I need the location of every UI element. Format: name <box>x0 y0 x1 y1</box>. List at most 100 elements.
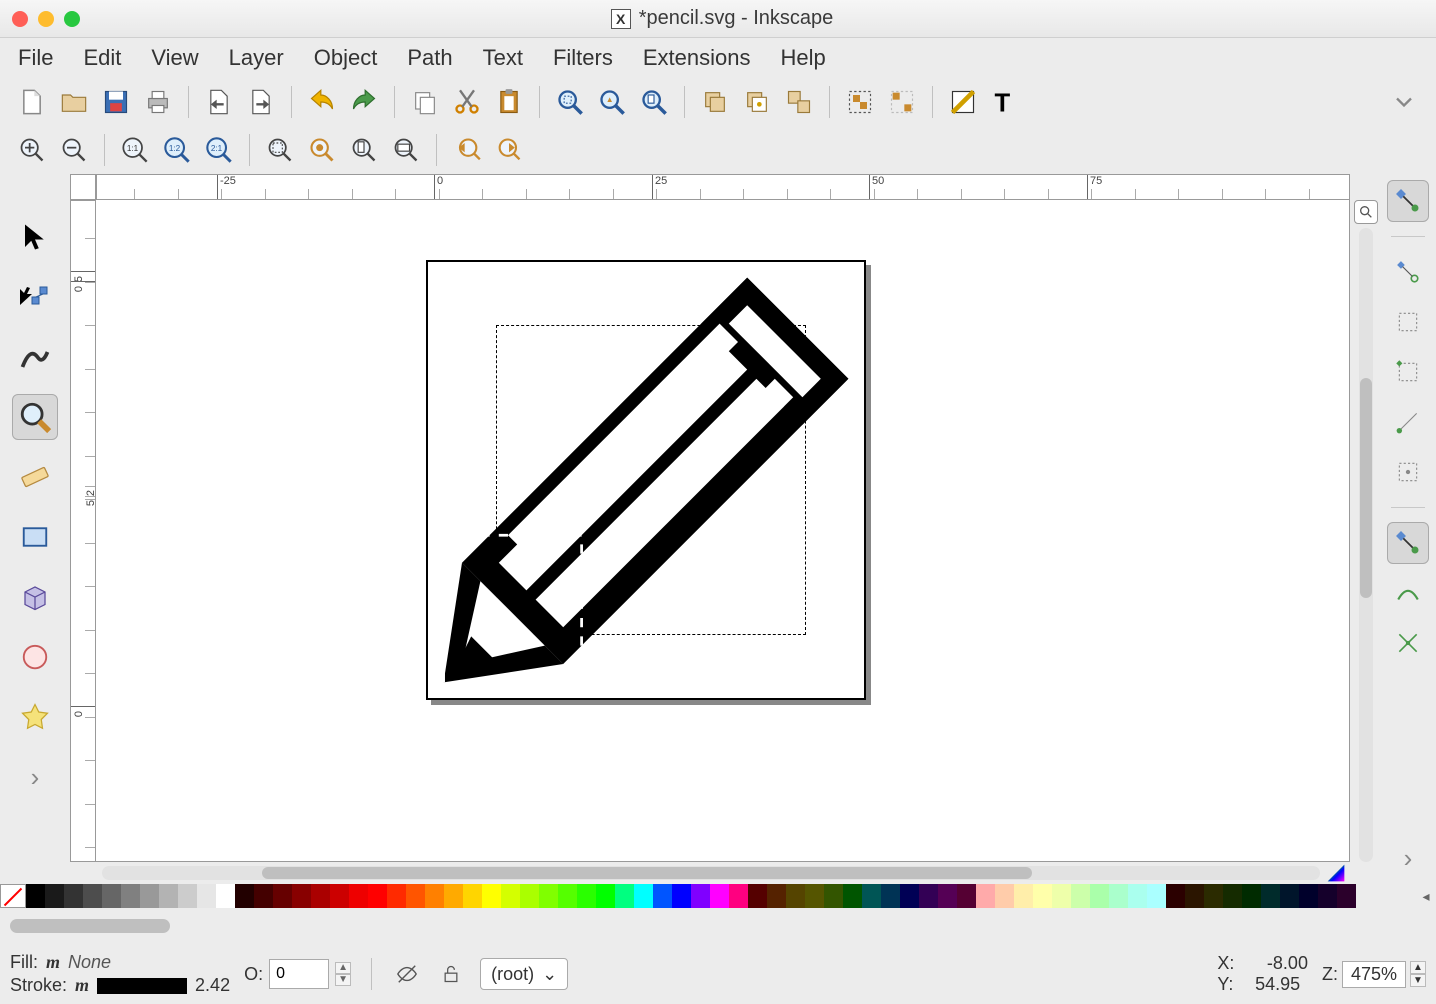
zoom-next-button[interactable] <box>491 132 527 168</box>
layer-visibility-toggle[interactable] <box>392 959 422 989</box>
opacity-input[interactable] <box>269 959 329 989</box>
layer-lock-toggle[interactable] <box>436 959 466 989</box>
palette-swatch[interactable] <box>653 884 672 908</box>
copy-button[interactable] <box>407 84 443 120</box>
palette-swatch[interactable] <box>520 884 539 908</box>
palette-swatch[interactable] <box>254 884 273 908</box>
measure-tool[interactable] <box>12 454 58 500</box>
palette-swatch[interactable] <box>1261 884 1280 908</box>
palette-swatch[interactable] <box>995 884 1014 908</box>
palette-swatch[interactable] <box>406 884 425 908</box>
palette-swatch[interactable] <box>577 884 596 908</box>
snap-enable-button[interactable] <box>1387 180 1429 222</box>
zoom-up[interactable]: ▲ <box>1410 961 1426 974</box>
quick-zoom-button[interactable] <box>1354 200 1378 224</box>
clone-button[interactable] <box>739 84 775 120</box>
zoom-1to1-button[interactable]: 1:1 <box>117 132 153 168</box>
fill-stroke-indicator[interactable]: Fill: m None Stroke: m 2.42 <box>10 952 230 996</box>
zoom-value[interactable]: 475% <box>1342 961 1406 988</box>
vertical-ruler[interactable]: 5 0 2 5 0 <box>70 200 96 862</box>
palette-swatch[interactable] <box>1337 884 1356 908</box>
palette-swatch[interactable] <box>1109 884 1128 908</box>
palette-none-swatch[interactable] <box>0 884 26 908</box>
palette-swatch[interactable] <box>159 884 178 908</box>
palette-swatch[interactable] <box>1223 884 1242 908</box>
zoom-out-button[interactable] <box>56 132 92 168</box>
menu-edit[interactable]: Edit <box>83 45 121 71</box>
palette-swatch[interactable] <box>349 884 368 908</box>
horizontal-ruler[interactable]: -25 0 25 50 75 <box>96 174 1350 200</box>
zoom-fit-width-button[interactable] <box>388 132 424 168</box>
new-file-button[interactable] <box>14 84 50 120</box>
palette-swatch[interactable] <box>1090 884 1109 908</box>
palette-swatch[interactable] <box>330 884 349 908</box>
zoom-fit-selection-button[interactable] <box>262 132 298 168</box>
snap-nodes-button[interactable] <box>1387 522 1429 564</box>
palette-swatch[interactable] <box>216 884 235 908</box>
open-file-button[interactable] <box>56 84 92 120</box>
palette-swatch[interactable] <box>292 884 311 908</box>
zoom-drawing-button[interactable] <box>594 84 630 120</box>
palette-swatch[interactable] <box>501 884 520 908</box>
menu-object[interactable]: Object <box>314 45 378 71</box>
palette-swatch[interactable] <box>311 884 330 908</box>
palette-swatch[interactable] <box>976 884 995 908</box>
menu-view[interactable]: View <box>151 45 198 71</box>
palette-swatch[interactable] <box>767 884 786 908</box>
palette-swatch[interactable] <box>178 884 197 908</box>
text-dialog-button[interactable]: T <box>987 84 1023 120</box>
ellipse-tool[interactable] <box>12 634 58 680</box>
zoom-fit-drawing-button[interactable] <box>304 132 340 168</box>
zoom-control[interactable]: Z: 475% ▲▼ <box>1322 961 1426 988</box>
paste-button[interactable] <box>491 84 527 120</box>
palette-swatch[interactable] <box>1014 884 1033 908</box>
palette-swatch[interactable] <box>729 884 748 908</box>
node-tool[interactable] <box>12 274 58 320</box>
menu-filters[interactable]: Filters <box>553 45 613 71</box>
unlink-clone-button[interactable] <box>781 84 817 120</box>
palette-swatch[interactable] <box>1204 884 1223 908</box>
palette-swatch[interactable] <box>1166 884 1185 908</box>
layer-selector[interactable]: (root) ⌄ <box>480 958 568 990</box>
import-button[interactable] <box>201 84 237 120</box>
palette-swatch[interactable] <box>748 884 767 908</box>
duplicate-button[interactable] <box>697 84 733 120</box>
rectangle-tool[interactable] <box>12 514 58 560</box>
palette-swatch[interactable] <box>121 884 140 908</box>
palette-swatch[interactable] <box>197 884 216 908</box>
snap-intersection-button[interactable] <box>1387 622 1429 664</box>
star-tool[interactable] <box>12 694 58 740</box>
menu-path[interactable]: Path <box>407 45 452 71</box>
3dbox-tool[interactable] <box>12 574 58 620</box>
ruler-corner[interactable] <box>70 174 96 200</box>
snap-bbox-corner-button[interactable] <box>1387 351 1429 393</box>
zoom-selection-button[interactable] <box>552 84 588 120</box>
canvas-viewport[interactable] <box>96 200 1350 862</box>
zoom-fit-page-button[interactable] <box>346 132 382 168</box>
palette-swatch[interactable] <box>862 884 881 908</box>
palette-swatch[interactable] <box>1052 884 1071 908</box>
palette-swatch[interactable] <box>539 884 558 908</box>
snap-bbox-button[interactable] <box>1387 251 1429 293</box>
selector-tool[interactable] <box>12 214 58 260</box>
palette-swatch[interactable] <box>26 884 45 908</box>
palette-menu-button[interactable]: ◂ <box>1416 884 1436 908</box>
zoom-2to1-button[interactable]: 2:1 <box>201 132 237 168</box>
fill-stroke-dialog-button[interactable] <box>945 84 981 120</box>
palette-swatch[interactable] <box>387 884 406 908</box>
save-file-button[interactable] <box>98 84 134 120</box>
palette-swatch[interactable] <box>368 884 387 908</box>
palette-swatch[interactable] <box>235 884 254 908</box>
palette-swatch[interactable] <box>881 884 900 908</box>
palette-swatch[interactable] <box>919 884 938 908</box>
palette-swatch[interactable] <box>558 884 577 908</box>
palette-swatch[interactable] <box>843 884 862 908</box>
palette-swatch[interactable] <box>140 884 159 908</box>
palette-swatch[interactable] <box>596 884 615 908</box>
zoom-prev-button[interactable] <box>449 132 485 168</box>
snapbar-more-button[interactable]: › <box>1404 843 1413 874</box>
palette-swatch[interactable] <box>1242 884 1261 908</box>
minimize-window-button[interactable] <box>38 11 54 27</box>
color-picker-corner-icon[interactable] <box>1326 863 1346 883</box>
palette-swatch[interactable] <box>634 884 653 908</box>
